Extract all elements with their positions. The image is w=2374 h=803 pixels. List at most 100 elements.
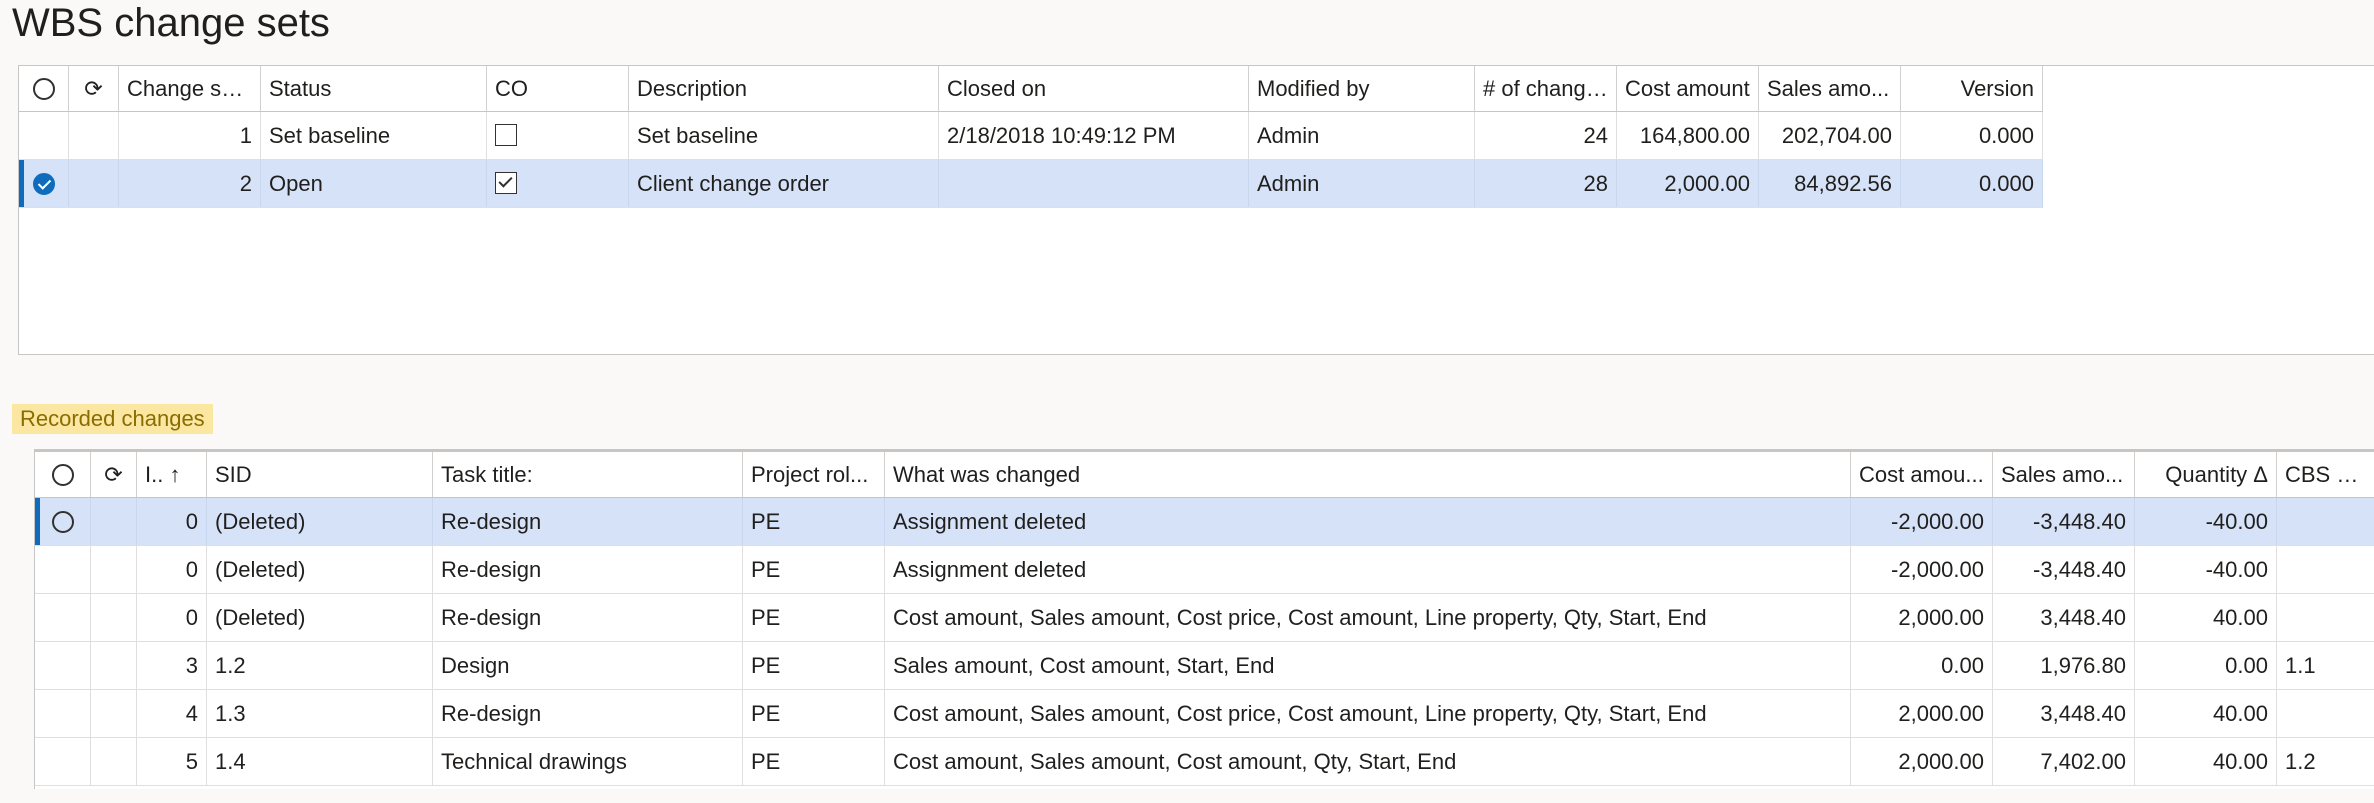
cell-what-changed: Cost amount, Sales amount, Cost price, C… <box>885 690 1851 737</box>
cell-what-changed: Assignment deleted <box>885 546 1851 593</box>
change-sets-header: ⟳ Change set... Status CO Description Cl… <box>19 66 2043 112</box>
radio-checked-icon <box>32 172 55 195</box>
refresh-icon[interactable]: ⟳ <box>91 452 137 497</box>
cell-task-title: Re-design <box>433 498 743 545</box>
cell-id: 0 <box>137 546 207 593</box>
row-spacer <box>91 498 137 545</box>
checkbox-icon[interactable] <box>495 124 517 147</box>
cell-task-title: Re-design <box>433 546 743 593</box>
col-project-role[interactable]: Project rol... <box>743 452 885 497</box>
col-change-set[interactable]: Change set... <box>119 66 261 111</box>
table-row[interactable]: 0 (Deleted) Re-design PE Assignment dele… <box>35 498 2374 546</box>
col-cost-amount[interactable]: Cost amount <box>1617 66 1759 111</box>
cell-id: 3 <box>137 642 207 689</box>
col-sales-amount[interactable]: Sales amo... <box>1993 452 2135 497</box>
col-what-changed[interactable]: What was changed <box>885 452 1851 497</box>
refresh-icon[interactable]: ⟳ <box>69 66 119 111</box>
cell-what-changed: Cost amount, Sales amount, Cost price, C… <box>885 594 1851 641</box>
table-row[interactable]: 1 Set baseline Set baseline 2/18/2018 10… <box>19 112 2043 160</box>
cell-co[interactable] <box>487 160 629 207</box>
col-cost-amount[interactable]: Cost amou... <box>1851 452 1993 497</box>
select-all-radio[interactable] <box>35 452 91 497</box>
row-spacer <box>69 160 119 207</box>
col-quantity[interactable]: Quantity Δ <box>2135 452 2277 497</box>
cell-quantity: -40.00 <box>2135 498 2277 545</box>
table-row[interactable]: 3 1.2 Design PE Sales amount, Cost amoun… <box>35 642 2374 690</box>
cell-sales-amount: 202,704.00 <box>1759 112 1901 159</box>
table-row[interactable]: 4 1.3 Re-design PE Cost amount, Sales am… <box>35 690 2374 738</box>
cell-sid: 1.4 <box>207 738 433 785</box>
cell-cost-amount: 2,000.00 <box>1851 594 1993 641</box>
cell-project-role: PE <box>743 738 885 785</box>
col-sales-amount[interactable]: Sales amo... <box>1759 66 1901 111</box>
cell-closed-on <box>939 160 1249 207</box>
row-select-cell[interactable] <box>35 690 91 737</box>
row-select-cell[interactable] <box>35 546 91 593</box>
col-description[interactable]: Description <box>629 66 939 111</box>
cell-modified-by: Admin <box>1249 160 1475 207</box>
col-num-changes[interactable]: # of changes <box>1475 66 1617 111</box>
col-status[interactable]: Status <box>261 66 487 111</box>
cell-cbs-sid <box>2277 498 2374 545</box>
cell-cbs-sid <box>2277 594 2374 641</box>
table-row[interactable]: 2 Open Client change order Admin 28 2,00… <box>19 160 2043 208</box>
col-co[interactable]: CO <box>487 66 629 111</box>
col-id[interactable]: I.. ↑ <box>137 452 207 497</box>
cell-quantity: 40.00 <box>2135 738 2277 785</box>
col-sid[interactable]: SID <box>207 452 433 497</box>
col-cbs-sid[interactable]: CBS SID <box>2277 452 2374 497</box>
page-title: WBS change sets <box>12 1 330 45</box>
col-version[interactable]: Version <box>1901 66 2043 111</box>
cell-modified-by: Admin <box>1249 112 1475 159</box>
cell-cost-amount: -2,000.00 <box>1851 498 1993 545</box>
cell-what-changed: Cost amount, Sales amount, Cost amount, … <box>885 738 1851 785</box>
row-spacer <box>91 594 137 641</box>
cell-task-title: Technical drawings <box>433 738 743 785</box>
cell-cost-amount: -2,000.00 <box>1851 546 1993 593</box>
cell-project-role: PE <box>743 498 885 545</box>
row-select-cell[interactable] <box>19 112 69 159</box>
table-row[interactable]: 0 (Deleted) Re-design PE Assignment dele… <box>35 546 2374 594</box>
row-select-cell[interactable] <box>35 642 91 689</box>
cell-sales-amount: -3,448.40 <box>1993 498 2135 545</box>
cell-cost-amount: 2,000.00 <box>1851 738 1993 785</box>
cell-description: Client change order <box>629 160 939 207</box>
cell-co[interactable] <box>487 112 629 159</box>
cell-project-role: PE <box>743 546 885 593</box>
cell-cbs-sid: 1.1 <box>2277 642 2374 689</box>
cell-sales-amount: 3,448.40 <box>1993 690 2135 737</box>
row-select-cell[interactable] <box>35 594 91 641</box>
row-select-cell[interactable] <box>35 498 91 545</box>
col-closed-on[interactable]: Closed on <box>939 66 1249 111</box>
table-row[interactable]: 5 1.4 Technical drawings PE Cost amount,… <box>35 738 2374 786</box>
cell-id: 0 <box>137 498 207 545</box>
cell-what-changed: Sales amount, Cost amount, Start, End <box>885 642 1851 689</box>
cell-closed-on: 2/18/2018 10:49:12 PM <box>939 112 1249 159</box>
cell-cost-amount: 2,000.00 <box>1617 160 1759 207</box>
col-modified-by[interactable]: Modified by <box>1249 66 1475 111</box>
recorded-changes-grid: ⟳ I.. ↑ SID Task title: Project rol... W… <box>34 449 2374 789</box>
cell-cost-amount: 0.00 <box>1851 642 1993 689</box>
cell-version: 0.000 <box>1901 112 2043 159</box>
row-spacer <box>91 690 137 737</box>
select-all-radio[interactable] <box>19 66 69 111</box>
sort-ascending-icon[interactable]: ↑ <box>169 462 180 487</box>
cell-project-role: PE <box>743 690 885 737</box>
cell-sales-amount: 84,892.56 <box>1759 160 1901 207</box>
col-task-title[interactable]: Task title: <box>433 452 743 497</box>
cell-id: 0 <box>137 594 207 641</box>
cell-sales-amount: 1,976.80 <box>1993 642 2135 689</box>
cell-id: 5 <box>137 738 207 785</box>
checkbox-checked-icon[interactable] <box>495 172 517 195</box>
cell-quantity: 40.00 <box>2135 690 2277 737</box>
cell-cbs-sid <box>2277 546 2374 593</box>
cell-status: Open <box>261 160 487 207</box>
cell-sid: (Deleted) <box>207 546 433 593</box>
row-select-cell[interactable] <box>19 160 69 207</box>
cell-task-title: Re-design <box>433 594 743 641</box>
cell-sid: (Deleted) <box>207 594 433 641</box>
row-select-cell[interactable] <box>35 738 91 785</box>
cell-project-role: PE <box>743 642 885 689</box>
table-row[interactable]: 0 (Deleted) Re-design PE Cost amount, Sa… <box>35 594 2374 642</box>
cell-sales-amount: 7,402.00 <box>1993 738 2135 785</box>
